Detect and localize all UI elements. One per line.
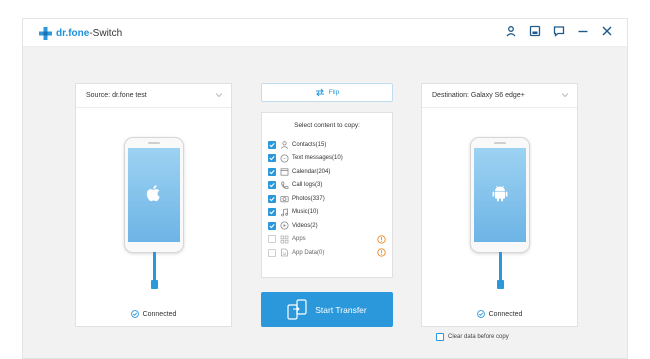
app-brand: dr.fone (56, 27, 90, 39)
content-item[interactable]: Calendar(204) (268, 165, 388, 179)
source-panel: Source: dr.fone test Connected (75, 83, 232, 327)
apple-icon (146, 185, 160, 202)
video-icon (280, 221, 289, 230)
destination-selector[interactable]: Destination: Galaxy S6 edge+ (422, 84, 577, 108)
app-window: dr.fone -Switch Source: dr.fone test Con… (22, 18, 628, 359)
flip-icon (315, 88, 324, 97)
content-item[interactable]: Photos(337) (268, 192, 388, 206)
content-title: Select content to copy: (294, 122, 360, 129)
usb-cable (153, 252, 156, 282)
content-item[interactable]: Apps (268, 233, 388, 247)
drfone-plus-icon (39, 26, 52, 40)
chevron-down-icon[interactable] (561, 92, 569, 98)
apps-icon (280, 235, 289, 244)
content-item[interactable]: Call logs(3) (268, 179, 388, 193)
content-checkbox[interactable] (268, 194, 276, 203)
usb-plug (151, 280, 158, 289)
content-item-label: Contacts(15) (292, 141, 327, 148)
clear-data-label: Clear data before copy (448, 334, 509, 340)
save-icon[interactable] (529, 25, 541, 37)
content-checkbox[interactable] (268, 235, 276, 244)
content-checkbox[interactable] (268, 167, 276, 176)
window-controls (505, 25, 613, 37)
source-label: Source: dr.fone test (86, 92, 147, 99)
check-circle-icon (130, 310, 139, 318)
app-module: -Switch (89, 27, 123, 39)
content-item-label: Videos(2) (292, 222, 318, 229)
content-item-label: Calendar(204) (292, 168, 331, 175)
content-selection-panel: Select content to copy: Contacts(15) Text… (261, 112, 393, 278)
clear-data-option[interactable]: Clear data before copy (436, 333, 509, 341)
content-checkbox[interactable] (268, 181, 276, 190)
content-item[interactable]: Contacts(15) (268, 138, 388, 152)
source-status-label: Connected (142, 310, 177, 318)
contacts-icon (280, 141, 289, 150)
transfer-phones-icon (287, 298, 307, 320)
source-phone-image (124, 137, 184, 253)
content-list: Contacts(15) Text messages(10) Calendar(20… (268, 138, 388, 260)
content-item-label: Apps (292, 236, 306, 243)
app-data-icon (281, 248, 288, 257)
content-checkbox[interactable] (268, 221, 276, 230)
content-item-label: Text messages(10) (292, 155, 343, 162)
content-item[interactable]: Text messages(10) (268, 152, 388, 166)
usb-cable (499, 252, 502, 282)
flip-button[interactable]: Flip (261, 83, 393, 102)
usb-plug (497, 280, 504, 289)
source-status: Connected (76, 310, 231, 318)
minimize-icon[interactable] (577, 25, 589, 37)
start-transfer-label: Start Transfer (315, 304, 367, 315)
content-checkbox[interactable] (268, 208, 276, 217)
destination-status: Connected (422, 310, 577, 318)
content-item-label: Music(10) (292, 209, 319, 216)
content-item[interactable]: App Data(0) (268, 246, 388, 260)
app-logo: dr.fone -Switch (39, 25, 122, 41)
content-item-label: Photos(337) (292, 195, 325, 202)
phone-icon (281, 181, 289, 189)
destination-status-label: Connected (488, 310, 523, 318)
camera-icon (280, 196, 289, 203)
content-item-label: App Data(0) (292, 249, 325, 256)
destination-panel: Destination: Galaxy S6 edge+ Connected C… (421, 83, 578, 341)
warning-icon[interactable] (377, 248, 386, 257)
check-circle-icon (476, 310, 485, 318)
calendar-icon (280, 168, 289, 176)
user-icon[interactable] (505, 25, 517, 37)
start-transfer-button[interactable]: Start Transfer (261, 292, 393, 327)
android-icon (492, 185, 508, 202)
content-checkbox[interactable] (268, 140, 276, 149)
warning-icon[interactable] (377, 234, 386, 244)
clear-data-checkbox[interactable] (436, 333, 444, 341)
content-checkbox[interactable] (268, 154, 276, 163)
message-icon (280, 154, 289, 163)
content-item-label: Call logs(3) (292, 182, 323, 189)
source-selector[interactable]: Source: dr.fone test (76, 84, 231, 108)
feedback-icon[interactable] (553, 25, 565, 37)
content-item[interactable]: Videos(2) (268, 219, 388, 233)
flip-label: Flip (328, 89, 340, 96)
content-item[interactable]: Music(10) (268, 206, 388, 220)
music-icon (281, 208, 288, 217)
close-icon[interactable] (601, 25, 613, 37)
destination-label: Destination: Galaxy S6 edge+ (432, 92, 525, 99)
chevron-down-icon[interactable] (215, 92, 223, 98)
destination-phone-image (470, 137, 530, 253)
content-checkbox[interactable] (268, 248, 276, 257)
title-bar: dr.fone -Switch (23, 19, 627, 47)
